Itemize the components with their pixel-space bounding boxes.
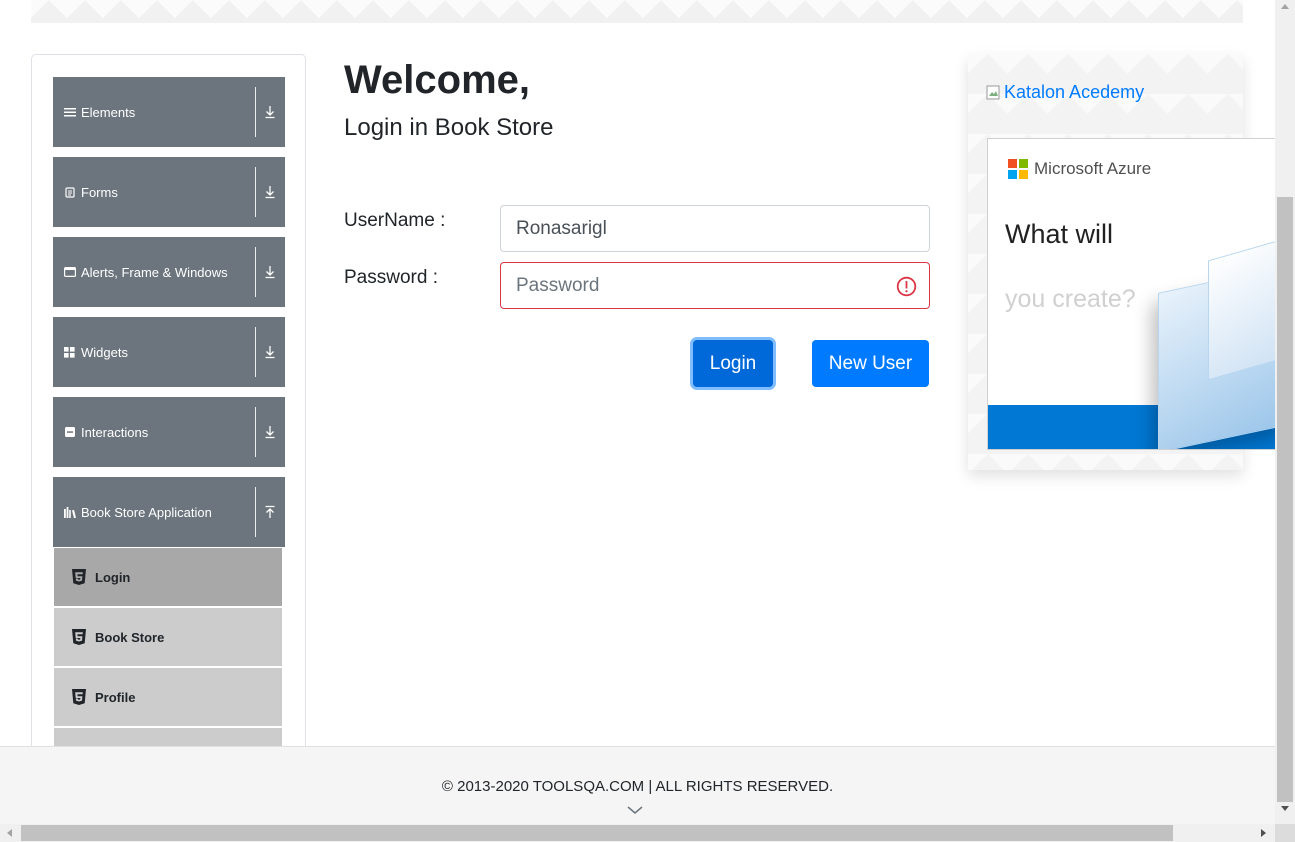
login-button[interactable]: Login [693,340,773,387]
horizontal-scroll-thumb[interactable] [21,825,1173,841]
html5-icon [72,629,86,645]
azure-headline: What will [1005,219,1114,249]
azure-subheadline: you create? [1005,285,1136,313]
scroll-up-icon[interactable] [1281,4,1289,9]
top-banner [31,0,1243,23]
download-arrow-icon[interactable] [263,184,277,200]
sidebar-item-profile[interactable]: Profile [54,668,282,726]
vertical-scroll-thumb[interactable] [1277,197,1293,802]
sidebar-item-label: Profile [95,689,136,705]
download-arrow-icon[interactable] [263,264,277,280]
books-icon [63,506,76,518]
upload-arrow-icon[interactable] [263,504,277,520]
sidebar-group-alerts[interactable]: Alerts, Frame & Windows [53,237,285,307]
download-arrow-icon[interactable] [263,344,277,360]
azure-brand: Microsoft Azure [1008,159,1151,179]
ad-image-link[interactable]: Katalon Acedemy [986,82,1144,103]
sidebar-group-interactions[interactable]: Interactions [53,397,285,467]
sidebar-item-label: Book Store [95,629,165,645]
download-arrow-icon[interactable] [263,104,277,120]
document-icon [63,186,76,198]
chevron-down-icon[interactable] [627,805,643,815]
divider [255,487,256,537]
scroll-right-icon[interactable] [1261,829,1266,837]
divider [255,247,256,297]
sidebar-item-book-store[interactable]: Book Store [54,608,282,666]
ad-alt-text: Katalon Acedemy [1004,82,1145,102]
page-subtitle: Login in Book Store [344,114,554,141]
scroll-down-icon[interactable] [1281,806,1289,811]
new-user-button[interactable]: New User [812,340,929,387]
footer: © 2013-2020 TOOLSQA.COM | ALL RIGHTS RES… [0,746,1275,824]
window-icon [63,267,76,277]
divider [255,407,256,457]
divider [255,87,256,137]
scroll-left-icon[interactable] [7,829,12,837]
left-panel: Elements Forms Alerts, Frame & Windows W… [31,54,306,754]
sidebar-item-label: Login [95,569,131,585]
sidebar-group-widgets[interactable]: Widgets [53,317,285,387]
scrollbar-corner [1275,824,1295,842]
sidebar-group-book-store-application[interactable]: Book Store Application [53,477,285,547]
html5-icon [72,689,86,705]
error-icon [896,276,917,297]
microsoft-logo-icon [1008,159,1028,179]
sidebar-group-elements[interactable]: Elements [53,77,285,147]
dashboard-screenshot-image [1208,237,1276,381]
divider [255,167,256,217]
interaction-icon [63,427,76,437]
grid-icon [63,346,76,358]
sidebar-group-forms[interactable]: Forms [53,157,285,227]
download-arrow-icon[interactable] [263,424,277,440]
html5-icon [72,569,86,585]
password-input[interactable] [500,262,930,309]
password-label: Password : [344,267,438,288]
azure-brand-text: Microsoft Azure [1034,159,1152,178]
divider [255,327,256,377]
horizontal-scrollbar[interactable] [0,824,1275,842]
hamburger-icon [63,107,76,117]
page-title: Welcome, [344,58,530,102]
broken-image-icon [986,85,1000,99]
username-input[interactable] [500,205,930,252]
footer-copyright: © 2013-2020 TOOLSQA.COM | ALL RIGHTS RES… [441,778,834,795]
azure-ad[interactable]: Microsoft Azure What will you create? [987,138,1277,450]
vertical-scrollbar[interactable] [1275,0,1295,824]
username-label: UserName : [344,210,446,231]
sidebar-item-login[interactable]: Login [54,548,282,606]
